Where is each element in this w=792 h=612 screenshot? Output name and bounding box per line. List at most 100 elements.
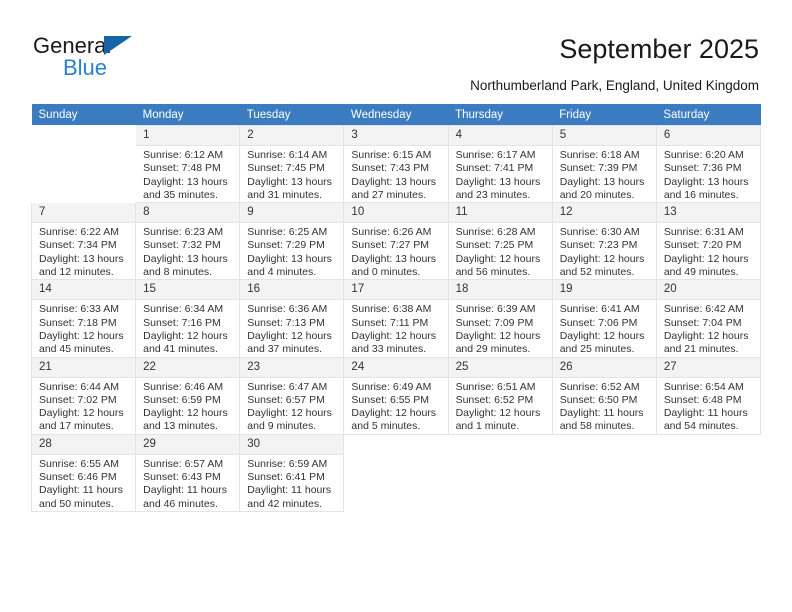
- sunrise-text: Sunrise: 6:39 AM: [455, 303, 536, 316]
- calendar-day-cell[interactable]: 29 Sunrise: 6:57 AM Sunset: 6:43 PM Dayligh…: [135, 433, 241, 512]
- sunset-text: Sunset: 6:59 PM: [143, 393, 221, 406]
- daylight-text: Daylight: 13 hours: [351, 252, 437, 265]
- sunrise-text: Sunrise: 6:34 AM: [143, 303, 224, 316]
- daylight-text: Daylight: 12 hours: [143, 407, 228, 420]
- calendar-day-cell[interactable]: 14 Sunrise: 6:33 AM Sunset: 7:18 PM Dayligh…: [30, 279, 137, 358]
- day-number: 24: [344, 357, 448, 378]
- day-number: 11: [448, 203, 552, 224]
- sunrise-text: Sunrise: 6:23 AM: [143, 226, 224, 239]
- day-number: 7: [32, 203, 136, 224]
- day-number: 8: [136, 203, 240, 224]
- sunrise-text: Sunrise: 6:25 AM: [247, 226, 328, 239]
- day-details: Sunrise: 6:36 AM Sunset: 7:13 PM Daylight:…: [240, 300, 343, 356]
- daylight-text: and 5 minutes.: [351, 420, 421, 433]
- daylight-text: and 52 minutes.: [559, 266, 635, 279]
- calendar-day-cell[interactable]: 27 Sunrise: 6:54 AM Sunset: 6:48 PM Dayligh…: [655, 356, 762, 435]
- generalblue-logo[interactable]: General Blue: [33, 33, 203, 83]
- daylight-text: Daylight: 13 hours: [143, 175, 228, 188]
- calendar-day-cell[interactable]: 1 Sunrise: 6:12 AM Sunset: 7:48 PM Daylight…: [135, 124, 241, 204]
- calendar-day-cell[interactable]: 10 Sunrise: 6:26 AM Sunset: 7:27 PM Dayligh…: [343, 202, 449, 281]
- page-subtitle: Northumberland Park, England, United Kin…: [470, 78, 759, 93]
- sunset-text: Sunset: 7:29 PM: [247, 239, 325, 252]
- calendar-day-cell[interactable]: 26 Sunrise: 6:52 AM Sunset: 6:50 PM Dayligh…: [551, 356, 657, 435]
- daylight-text: Daylight: 12 hours: [559, 252, 645, 265]
- day-details: Sunrise: 6:41 AM Sunset: 7:06 PM Daylight:…: [553, 300, 656, 356]
- daylight-text: and 23 minutes.: [455, 188, 531, 201]
- sunset-text: Sunset: 6:52 PM: [455, 393, 534, 406]
- calendar-day-cell[interactable]: 3 Sunrise: 6:15 AM Sunset: 7:43 PM Daylight…: [343, 124, 449, 204]
- day-details: Sunrise: 6:18 AM Sunset: 7:39 PM Daylight:…: [553, 146, 656, 202]
- daylight-text: Daylight: 11 hours: [247, 484, 332, 497]
- daylight-text: Daylight: 12 hours: [455, 407, 541, 420]
- calendar-header-row: Sunday Monday Tuesday Wednesday Thursday…: [31, 104, 761, 126]
- calendar-day-cell[interactable]: 7 Sunrise: 6:22 AM Sunset: 7:34 PM Daylight…: [30, 202, 137, 281]
- weekday-header-sunday: Sunday: [31, 104, 136, 126]
- daylight-text: Daylight: 12 hours: [247, 407, 332, 420]
- calendar-day-cell[interactable]: 11 Sunrise: 6:28 AM Sunset: 7:25 PM Dayligh…: [447, 202, 553, 281]
- daylight-text: Daylight: 11 hours: [559, 407, 644, 420]
- day-details: Sunrise: 6:51 AM Sunset: 6:52 PM Daylight:…: [449, 378, 552, 434]
- sunrise-text: Sunrise: 6:14 AM: [247, 149, 328, 161]
- daylight-text: Daylight: 13 hours: [247, 175, 332, 188]
- calendar-day-cell[interactable]: 8 Sunrise: 6:23 AM Sunset: 7:32 PM Daylight…: [135, 202, 241, 281]
- calendar-day-cell[interactable]: 18 Sunrise: 6:39 AM Sunset: 7:09 PM Dayligh…: [447, 279, 553, 358]
- daylight-text: and 8 minutes.: [143, 266, 213, 279]
- calendar-empty-cell: [343, 433, 449, 512]
- day-details: Sunrise: 6:47 AM Sunset: 6:57 PM Daylight:…: [240, 378, 343, 434]
- calendar-day-cell[interactable]: 17 Sunrise: 6:38 AM Sunset: 7:11 PM Dayligh…: [343, 279, 449, 358]
- daylight-text: and 20 minutes.: [559, 188, 635, 201]
- sunset-text: Sunset: 6:41 PM: [247, 471, 325, 484]
- calendar-day-cell[interactable]: 4 Sunrise: 6:17 AM Sunset: 7:41 PM Daylight…: [447, 124, 553, 204]
- day-details: Sunrise: 6:39 AM Sunset: 7:09 PM Daylight:…: [449, 300, 552, 356]
- sunrise-text: Sunrise: 6:26 AM: [351, 226, 432, 239]
- daylight-text: Daylight: 12 hours: [351, 407, 437, 420]
- daylight-text: and 13 minutes.: [143, 420, 218, 433]
- calendar-day-cell[interactable]: 20 Sunrise: 6:42 AM Sunset: 7:04 PM Dayligh…: [655, 279, 762, 358]
- sunrise-text: Sunrise: 6:52 AM: [559, 380, 640, 393]
- calendar-week-row: 28 Sunrise: 6:55 AM Sunset: 6:46 PM Dayligh…: [30, 433, 762, 512]
- weekday-header-wednesday: Wednesday: [343, 104, 449, 126]
- weekday-header-friday: Friday: [552, 104, 657, 126]
- daylight-text: and 29 minutes.: [455, 343, 531, 356]
- daylight-text: and 35 minutes.: [143, 188, 218, 201]
- daylight-text: Daylight: 13 hours: [559, 175, 645, 188]
- sunrise-text: Sunrise: 6:46 AM: [143, 380, 224, 393]
- calendar-day-cell[interactable]: 25 Sunrise: 6:51 AM Sunset: 6:52 PM Dayligh…: [447, 356, 553, 435]
- weekday-header-monday: Monday: [135, 104, 240, 126]
- sunset-text: Sunset: 7:20 PM: [663, 239, 742, 252]
- calendar-day-cell[interactable]: 9 Sunrise: 6:25 AM Sunset: 7:29 PM Daylight…: [239, 202, 345, 281]
- daylight-text: Daylight: 12 hours: [455, 329, 541, 342]
- page-title: September 2025: [559, 34, 759, 64]
- calendar-day-cell[interactable]: 22 Sunrise: 6:46 AM Sunset: 6:59 PM Dayligh…: [135, 356, 241, 435]
- calendar-day-cell[interactable]: 21 Sunrise: 6:44 AM Sunset: 7:02 PM Dayligh…: [30, 356, 137, 435]
- calendar-day-cell[interactable]: 13 Sunrise: 6:31 AM Sunset: 7:20 PM Dayligh…: [655, 202, 762, 281]
- daylight-text: and 49 minutes.: [663, 266, 739, 279]
- day-number: 5: [552, 126, 656, 146]
- daylight-text: and 21 minutes.: [663, 343, 739, 356]
- calendar-day-cell[interactable]: 5 Sunrise: 6:18 AM Sunset: 7:39 PM Daylight…: [551, 124, 657, 204]
- calendar-day-cell[interactable]: 30 Sunrise: 6:59 AM Sunset: 6:41 PM Dayligh…: [239, 433, 345, 512]
- calendar-day-cell[interactable]: 19 Sunrise: 6:41 AM Sunset: 7:06 PM Dayligh…: [551, 279, 657, 358]
- day-number: 6: [656, 126, 760, 146]
- day-number: 10: [344, 203, 448, 224]
- calendar-day-cell[interactable]: 16 Sunrise: 6:36 AM Sunset: 7:13 PM Dayligh…: [239, 279, 345, 358]
- daylight-text: and 0 minutes.: [351, 266, 421, 279]
- sunrise-text: Sunrise: 6:51 AM: [455, 380, 536, 393]
- day-number: 29: [136, 434, 240, 455]
- sunrise-text: Sunrise: 6:41 AM: [559, 303, 640, 316]
- daylight-text: and 27 minutes.: [351, 188, 427, 201]
- day-number: 18: [448, 280, 552, 301]
- calendar-day-cell[interactable]: 15 Sunrise: 6:34 AM Sunset: 7:16 PM Dayligh…: [135, 279, 241, 358]
- sunrise-text: Sunrise: 6:22 AM: [39, 226, 119, 239]
- calendar-day-cell[interactable]: 28 Sunrise: 6:55 AM Sunset: 6:46 PM Dayligh…: [30, 433, 137, 512]
- calendar-day-cell[interactable]: 2 Sunrise: 6:14 AM Sunset: 7:45 PM Daylight…: [239, 124, 345, 204]
- calendar-day-cell[interactable]: 24 Sunrise: 6:49 AM Sunset: 6:55 PM Dayligh…: [343, 356, 449, 435]
- daylight-text: and 1 minute.: [455, 420, 520, 433]
- calendar-day-cell[interactable]: 6 Sunrise: 6:20 AM Sunset: 7:36 PM Daylight…: [655, 124, 762, 204]
- sunset-text: Sunset: 7:32 PM: [143, 239, 221, 252]
- calendar-day-cell[interactable]: 23 Sunrise: 6:47 AM Sunset: 6:57 PM Dayligh…: [239, 356, 345, 435]
- calendar-day-cell[interactable]: 12 Sunrise: 6:30 AM Sunset: 7:23 PM Dayligh…: [551, 202, 657, 281]
- daylight-text: and 17 minutes.: [39, 420, 114, 433]
- sunset-text: Sunset: 7:48 PM: [143, 162, 221, 175]
- day-details: Sunrise: 6:12 AM Sunset: 7:48 PM Daylight:…: [136, 146, 239, 202]
